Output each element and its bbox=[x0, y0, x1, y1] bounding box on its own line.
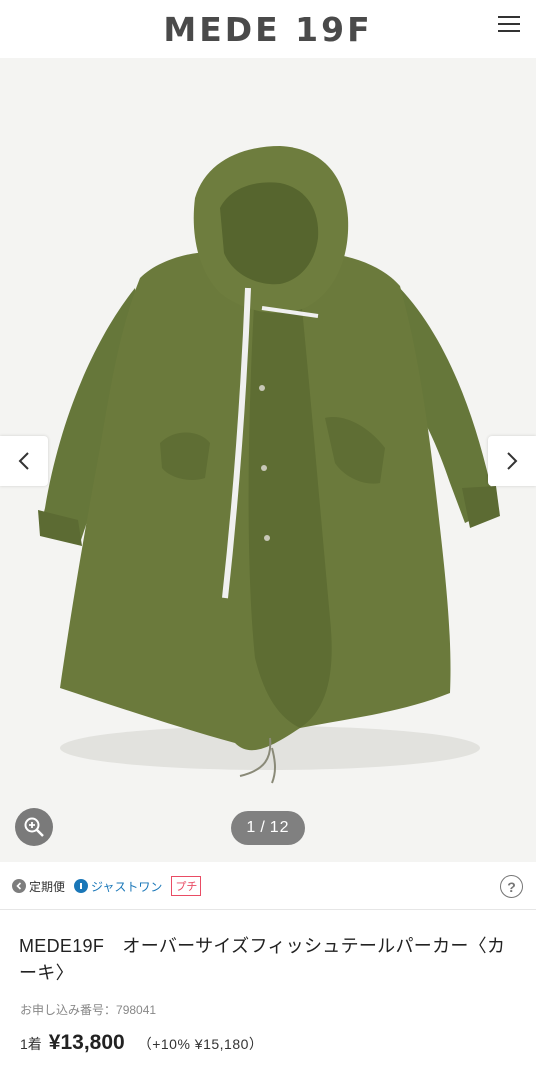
order-number-row: お申し込み番号：798041 bbox=[20, 1001, 156, 1018]
chevron-right-icon bbox=[507, 452, 518, 470]
chevron-left-icon bbox=[18, 452, 29, 470]
next-image-button[interactable] bbox=[488, 436, 536, 486]
service-badges: 定期便 ジャストワン プチ ? bbox=[0, 862, 536, 910]
justone-label: ジャストワン bbox=[91, 879, 163, 894]
site-header: MEDE 19F bbox=[0, 0, 536, 58]
zoom-in-icon bbox=[24, 817, 44, 837]
hamburger-menu-icon[interactable] bbox=[498, 16, 520, 34]
price-row: 1着 ¥13,800 （+10% ¥15,180） bbox=[20, 1031, 263, 1055]
order-label: お申し込み番号： bbox=[20, 1003, 117, 1017]
counter-total: 12 bbox=[269, 819, 290, 836]
price-unit: 1着 bbox=[20, 1036, 42, 1052]
badge-row: 定期便 ジャストワン プチ bbox=[12, 876, 210, 896]
teikibin-badge: 定期便 bbox=[12, 878, 65, 895]
counter-current: 1 bbox=[246, 819, 257, 836]
price-with-tax: （+10% ¥15,180） bbox=[137, 1036, 264, 1052]
previous-image-button[interactable] bbox=[0, 436, 48, 486]
counter-separator: / bbox=[260, 819, 266, 836]
puchi-badge: プチ bbox=[171, 876, 202, 896]
teikibin-label: 定期便 bbox=[29, 879, 66, 894]
image-counter: 1 / 12 bbox=[231, 811, 305, 845]
zoom-button[interactable] bbox=[15, 808, 53, 846]
justone-icon bbox=[74, 879, 89, 893]
recurring-delivery-icon bbox=[12, 879, 26, 893]
help-icon[interactable]: ? bbox=[500, 875, 523, 898]
product-image-gallery[interactable]: 1 / 12 bbox=[0, 58, 536, 862]
order-number: 798041 bbox=[116, 1003, 157, 1017]
brand-logo[interactable]: MEDE 19F bbox=[0, 10, 536, 49]
justone-badge: ジャストワン bbox=[74, 878, 162, 895]
product-title: MEDE19F オーバーサイズフィッシュテールパーカー〈カーキ〉 bbox=[19, 936, 506, 983]
product-image bbox=[38, 146, 500, 784]
product-info: MEDE19F オーバーサイズフィッシュテールパーカー〈カーキ〉 お申し込み番号… bbox=[0, 911, 536, 1080]
price: ¥13,800 bbox=[48, 1031, 125, 1054]
